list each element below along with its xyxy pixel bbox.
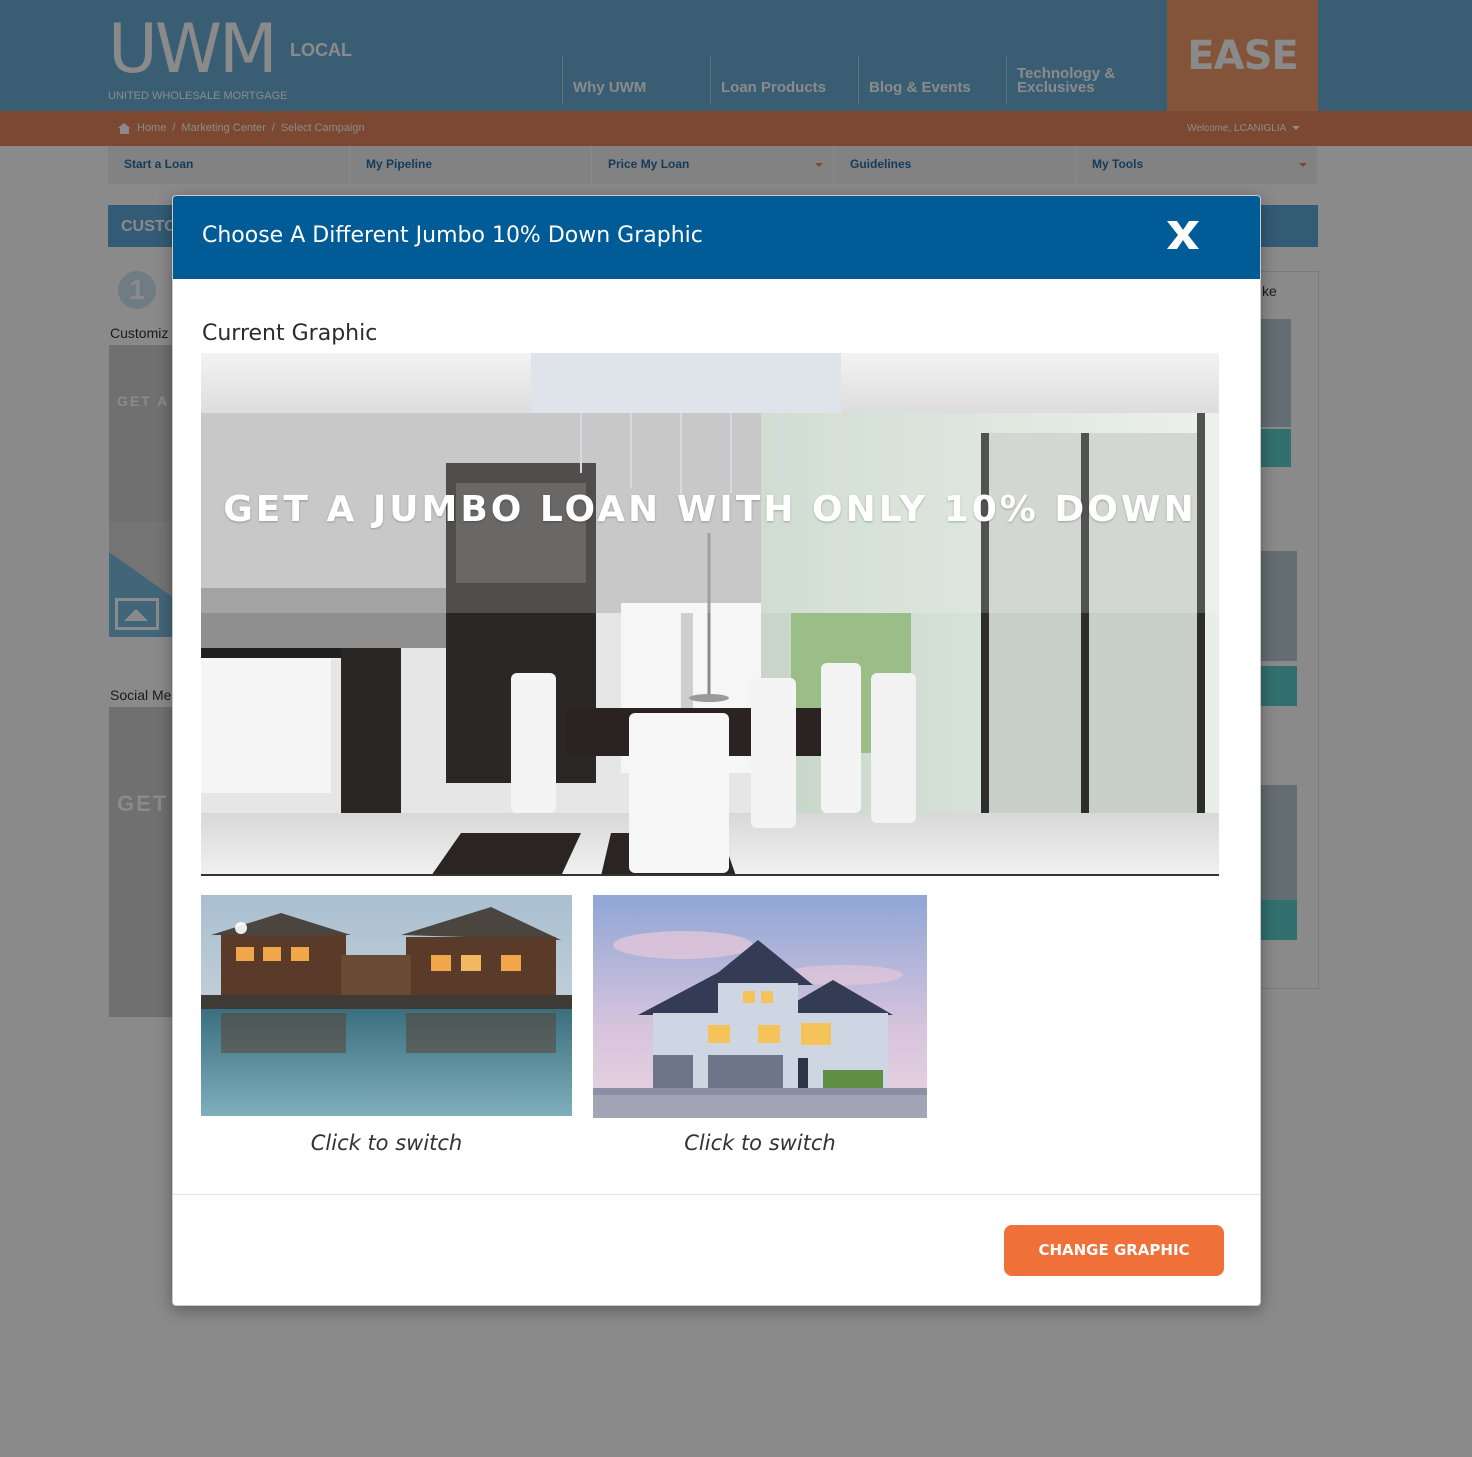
change-graphic-button[interactable]: CHANGE GRAPHIC xyxy=(1004,1225,1224,1276)
graphic-option-1[interactable]: Click to switch xyxy=(201,895,572,1165)
current-graphic-image: GET A JUMBO LOAN WITH ONLY 10% DOWN xyxy=(201,353,1219,876)
close-button[interactable] xyxy=(1165,220,1201,250)
lodge-pool-photo xyxy=(201,895,572,1116)
graphic-option-2-caption[interactable]: Click to switch xyxy=(593,1131,927,1155)
modal-header: Choose A Different Jumbo 10% Down Graphi… xyxy=(173,196,1260,279)
dining-room-photo xyxy=(201,353,1219,876)
close-icon xyxy=(1167,221,1199,249)
modal-title: Choose A Different Jumbo 10% Down Graphi… xyxy=(202,223,703,248)
current-graphic-headline: GET A JUMBO LOAN WITH ONLY 10% DOWN xyxy=(223,489,1197,530)
suburban-house-photo xyxy=(593,895,927,1118)
graphic-option-2[interactable]: Click to switch xyxy=(593,895,927,1165)
current-graphic-label: Current Graphic xyxy=(202,321,378,346)
graphic-option-1-caption[interactable]: Click to switch xyxy=(201,1131,572,1155)
graphic-option-2-image[interactable] xyxy=(593,895,927,1118)
choose-graphic-modal: Choose A Different Jumbo 10% Down Graphi… xyxy=(172,195,1261,1306)
modal-footer-divider xyxy=(173,1194,1260,1195)
graphic-option-1-image[interactable] xyxy=(201,895,572,1116)
